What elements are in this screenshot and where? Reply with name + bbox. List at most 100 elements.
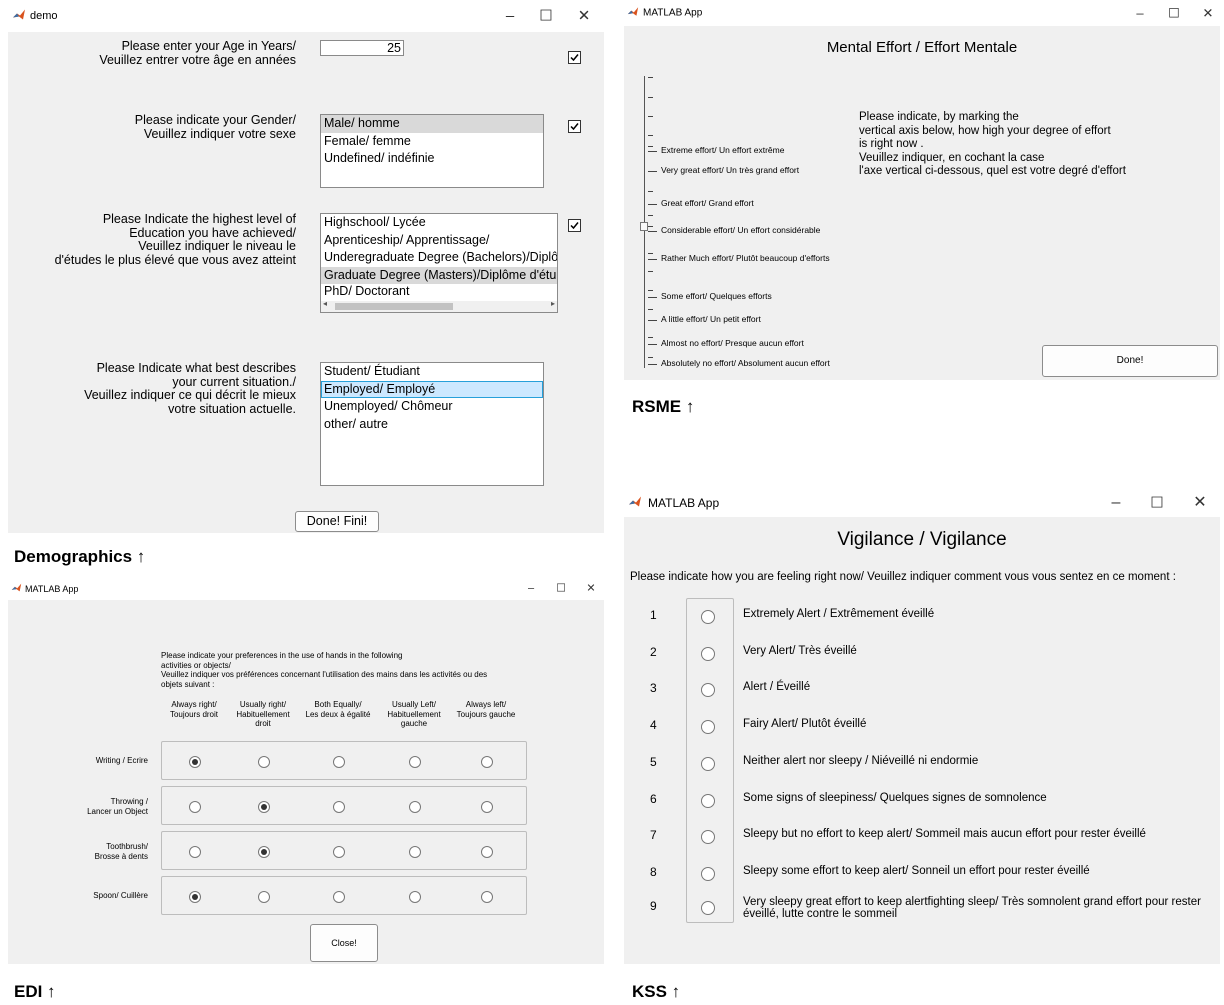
level-number: 7 — [650, 828, 657, 842]
list-item[interactable]: Graduate Degree (Masters)/Diplôme d'étu — [321, 267, 557, 285]
matlab-logo-icon — [12, 8, 26, 25]
gender-checkbox[interactable] — [568, 120, 581, 133]
scroll-right-icon[interactable]: ▸ — [551, 299, 555, 308]
level-radio[interactable] — [701, 720, 715, 734]
handedness-radio[interactable] — [481, 756, 493, 768]
handedness-radio[interactable] — [333, 846, 345, 858]
list-item[interactable]: PhD/ Doctorant — [321, 284, 557, 298]
scale-minor-tick — [648, 215, 653, 216]
kss-rows: 1Extremely Alert / Extrêmement éveillé2V… — [624, 489, 1220, 964]
close-button[interactable]: Close! — [310, 924, 378, 962]
gender-listbox[interactable]: Male/ homme Female/ femme Undefined/ ind… — [320, 114, 544, 188]
level-radio[interactable] — [701, 757, 715, 771]
handedness-radio[interactable] — [409, 756, 421, 768]
scale-label: A little effort/ Un petit effort — [661, 314, 761, 324]
close-window-button[interactable]: ✕ — [574, 9, 594, 24]
level-number: 1 — [650, 608, 657, 622]
education-listbox[interactable]: Highschool/ Lycée Aprenticeship/ Apprent… — [320, 213, 558, 313]
level-number: 8 — [650, 865, 657, 879]
handedness-radio[interactable] — [409, 891, 421, 903]
horizontal-scrollbar[interactable]: ◂ ▸ — [321, 301, 557, 312]
handedness-radio[interactable] — [481, 801, 493, 813]
level-radio[interactable] — [701, 610, 715, 624]
matlab-logo-icon — [627, 6, 639, 21]
list-item[interactable]: Unemployed/ Chômeur — [321, 398, 543, 416]
scale-tick — [648, 297, 657, 298]
demographics-caption: Demographics ↑ — [14, 547, 145, 567]
age-input[interactable] — [320, 40, 404, 56]
level-radio[interactable] — [701, 794, 715, 808]
handedness-radio[interactable] — [409, 801, 421, 813]
row-label: Toothbrush/ Brosse à dents — [95, 842, 148, 861]
scrollbar-thumb[interactable] — [335, 303, 453, 310]
education-label: Please Indicate the highest level of Edu… — [55, 213, 296, 267]
handedness-radio[interactable] — [258, 846, 270, 858]
handedness-radio[interactable] — [258, 801, 270, 813]
scale-minor-tick — [648, 116, 653, 117]
handedness-radio[interactable] — [333, 756, 345, 768]
row-label: Writing / Ecrire — [96, 756, 148, 766]
scale-minor-tick — [648, 290, 653, 291]
scale-minor-tick — [648, 253, 653, 254]
scale-label: Almost no effort/ Presque aucun effort — [661, 338, 804, 348]
effort-slider-thumb[interactable] — [640, 222, 648, 231]
level-radio[interactable] — [701, 647, 715, 661]
effort-scale: Extreme effort/ Un effort extrêmeVery gr… — [648, 0, 848, 380]
column-header: Usually right/ Habituellement droit — [223, 700, 303, 729]
handedness-radio[interactable] — [189, 891, 201, 903]
scale-minor-tick — [648, 271, 653, 272]
scale-tick — [648, 204, 657, 205]
age-label: Please enter your Age in Years/ Veuillez… — [99, 40, 296, 67]
scale-label: Some effort/ Quelques efforts — [661, 291, 772, 301]
handedness-radio[interactable] — [189, 801, 201, 813]
level-number: 3 — [650, 681, 657, 695]
level-text: Extremely Alert / Extrêmement éveillé — [743, 608, 934, 621]
kss-caption: KSS ↑ — [632, 982, 680, 1002]
list-item[interactable]: Highschool/ Lycée — [321, 214, 557, 232]
handedness-radio[interactable] — [258, 891, 270, 903]
handedness-radio[interactable] — [189, 756, 201, 768]
handedness-radio[interactable] — [189, 846, 201, 858]
maximize-button[interactable]: ☐ — [536, 9, 556, 24]
scale-tick — [648, 259, 657, 260]
scroll-left-icon[interactable]: ◂ — [323, 299, 327, 308]
maximize-button[interactable]: ☐ — [1164, 7, 1184, 20]
list-item[interactable]: Female/ femme — [321, 133, 543, 151]
list-item[interactable]: Employed/ Employé — [321, 381, 543, 399]
minimize-button[interactable]: – — [500, 9, 520, 24]
close-window-button[interactable]: ✕ — [1198, 7, 1218, 20]
minimize-button[interactable]: – — [1130, 7, 1150, 20]
handedness-radio[interactable] — [258, 756, 270, 768]
list-item[interactable]: Undefined/ indéfinie — [321, 150, 543, 168]
list-item[interactable]: Underegraduate Degree (Bachelors)/Diplô — [321, 249, 557, 267]
situation-listbox[interactable]: Student/ Étudiant Employed/ Employé Unem… — [320, 362, 544, 486]
list-item[interactable]: Student/ Étudiant — [321, 363, 543, 381]
scale-tick — [648, 344, 657, 345]
row-label: Spoon/ Cuillère — [93, 891, 148, 901]
list-item[interactable]: other/ autre — [321, 416, 543, 434]
handedness-radio[interactable] — [481, 846, 493, 858]
window-title: demo — [30, 10, 58, 22]
edi-grid: Always right/ Toujours droitUsually righ… — [8, 578, 604, 964]
handedness-radio[interactable] — [333, 801, 345, 813]
list-item[interactable]: Aprenticeship/ Apprentissage/ — [321, 232, 557, 250]
level-radio[interactable] — [701, 867, 715, 881]
education-checkbox[interactable] — [568, 219, 581, 232]
scale-tick — [648, 231, 657, 232]
handedness-radio[interactable] — [409, 846, 421, 858]
scale-tick — [648, 171, 657, 172]
done-button[interactable]: Done! Fini! — [295, 511, 379, 532]
scale-tick — [648, 151, 657, 152]
level-radio[interactable] — [701, 901, 715, 915]
level-radio[interactable] — [701, 683, 715, 697]
scale-minor-tick — [648, 226, 653, 227]
list-item[interactable]: Male/ homme — [321, 115, 543, 133]
kss-window: MATLAB App – ☐ ✕ Vigilance / Vigilance P… — [624, 489, 1220, 964]
level-radio[interactable] — [701, 830, 715, 844]
age-checkbox[interactable] — [568, 51, 581, 64]
level-text: Fairy Alert/ Plutôt éveillé — [743, 718, 866, 731]
handedness-radio[interactable] — [481, 891, 493, 903]
level-text: Alert / Éveillé — [743, 681, 810, 694]
handedness-radio[interactable] — [333, 891, 345, 903]
done-button[interactable]: Done! — [1042, 345, 1218, 377]
